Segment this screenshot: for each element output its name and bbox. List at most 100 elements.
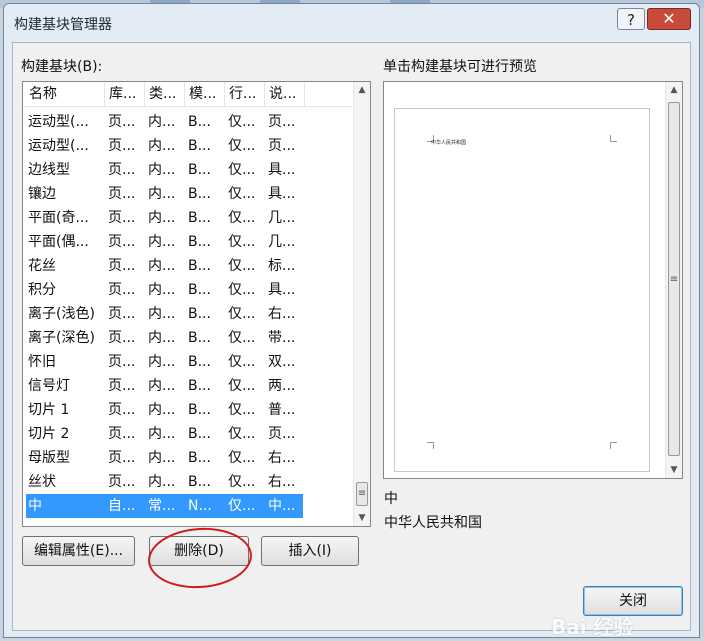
cell-behavior: 仅... — [228, 378, 256, 394]
building-blocks-label: 构建基块(B): — [21, 59, 103, 75]
help-button[interactable]: ? — [617, 8, 645, 30]
help-icon: ? — [627, 11, 635, 29]
column-header-name[interactable]: 名称 — [23, 82, 105, 106]
cell-category: 常... — [148, 498, 176, 514]
column-header-gallery[interactable]: 库... — [105, 82, 145, 106]
cell-category: 内... — [148, 186, 176, 202]
scroll-up-arrow-icon[interactable]: ▲ — [666, 82, 682, 98]
list-row[interactable]: 镶边 页... 内... B... 仅... 具... — [26, 182, 303, 206]
list-row[interactable]: 离子(浅色) 页... 内... B... 仅... 右... — [26, 302, 303, 326]
cell-template: B... — [188, 330, 211, 346]
cell-category: 内... — [148, 474, 176, 490]
cell-name: 运动型(... — [28, 138, 89, 154]
list-row[interactable]: 花丝 页... 内... B... 仅... 标... — [26, 254, 303, 278]
dialog-body: 构建基块(B): 单击构建基块可进行预览 名称 库... 类... 模... 行… — [12, 42, 691, 639]
close-icon: ✕ — [662, 9, 676, 28]
cell-template: B... — [188, 282, 211, 298]
list-row[interactable]: 中 自... 常... N... 仅... 中... — [26, 494, 303, 518]
edit-properties-button[interactable]: 编辑属性(E)... — [22, 536, 135, 566]
cell-category: 内... — [148, 354, 176, 370]
building-blocks-organizer-dialog: 构建基块管理器 ? ✕ 构建基块(B): 单击构建基块可进行预览 名称 库...… — [3, 3, 700, 639]
insert-button[interactable]: 插入(I) — [261, 536, 359, 566]
cell-gallery: 页... — [108, 162, 136, 178]
cell-category: 内... — [148, 258, 176, 274]
cell-category: 内... — [148, 114, 176, 130]
dialog-title: 构建基块管理器 — [14, 17, 112, 33]
list-row[interactable]: 切片 1 页... 内... B... 仅... 普... — [26, 398, 303, 422]
preview-pane: 中华人民共和国 ▲ ≡ ▼ — [383, 81, 683, 479]
list-scroll-thumb[interactable]: ≡ — [356, 482, 368, 506]
cell-template: B... — [188, 258, 211, 274]
column-header-category[interactable]: 类... — [145, 82, 185, 106]
preview-scrollbar[interactable]: ▲ ≡ ▼ — [665, 82, 682, 478]
scroll-down-arrow-icon[interactable]: ▼ — [666, 462, 682, 478]
cell-gallery: 页... — [108, 234, 136, 250]
list-row[interactable]: 积分 页... 内... B... 仅... 具... — [26, 278, 303, 302]
scroll-down-arrow-icon[interactable]: ▼ — [354, 510, 370, 526]
cell-description: 具... — [268, 162, 296, 178]
list-scrollbar[interactable]: ▲ ≡ ▼ — [353, 82, 370, 526]
cell-gallery: 页... — [108, 114, 136, 130]
cell-behavior: 仅... — [228, 330, 256, 346]
cell-gallery: 页... — [108, 402, 136, 418]
cell-name: 怀旧 — [28, 354, 56, 370]
cell-template: B... — [188, 114, 211, 130]
list-row[interactable]: 切片 2 页... 内... B... 仅... 页... — [26, 422, 303, 446]
cell-name: 边线型 — [28, 162, 70, 178]
crop-mark — [427, 442, 434, 449]
cell-template: B... — [188, 426, 211, 442]
list-row[interactable]: 母版型 页... 内... B... 仅... 右... — [26, 446, 303, 470]
cell-behavior: 仅... — [228, 282, 256, 298]
cell-behavior: 仅... — [228, 450, 256, 466]
cell-behavior: 仅... — [228, 210, 256, 226]
cell-gallery: 页... — [108, 450, 136, 466]
list-header: 名称 库... 类... 模... 行... 说... — [23, 82, 352, 107]
list-row[interactable]: 边线型 页... 内... B... 仅... 具... — [26, 158, 303, 182]
preview-scroll-thumb[interactable]: ≡ — [668, 102, 680, 456]
close-window-button[interactable]: ✕ — [647, 8, 691, 30]
selected-block-description: 中华人民共和国 — [384, 515, 482, 531]
title-bar: 构建基块管理器 ? ✕ — [4, 4, 699, 42]
red-annotation-circle — [146, 524, 254, 592]
cell-template: B... — [188, 354, 211, 370]
cell-category: 内... — [148, 138, 176, 154]
building-blocks-list[interactable]: 名称 库... 类... 模... 行... 说... 运动型(... 页... 内… — [22, 81, 371, 527]
list-row[interactable]: 丝状 页... 内... B... 仅... 右... — [26, 470, 303, 494]
cell-category: 内... — [148, 330, 176, 346]
cell-name: 积分 — [28, 282, 56, 298]
cell-gallery: 页... — [108, 306, 136, 322]
scroll-up-arrow-icon[interactable]: ▲ — [354, 82, 370, 98]
cell-behavior: 仅... — [228, 138, 256, 154]
cell-gallery: 页... — [108, 210, 136, 226]
cell-description: 两... — [268, 378, 296, 394]
preview-page: 中华人民共和国 — [394, 108, 650, 472]
column-header-template[interactable]: 模... — [185, 82, 225, 106]
list-row[interactable]: 运动型(... 页... 内... B... 仅... 页... — [26, 134, 303, 158]
cell-description: 页... — [268, 114, 296, 130]
list-row[interactable]: 平面(奇... 页... 内... B... 仅... 几... — [26, 206, 303, 230]
list-row[interactable]: 怀旧 页... 内... B... 仅... 双... — [26, 350, 303, 374]
cell-description: 几... — [268, 234, 296, 250]
cell-description: 普... — [268, 402, 296, 418]
selected-block-name: 中 — [384, 491, 398, 507]
cell-behavior: 仅... — [228, 354, 256, 370]
column-header-description[interactable]: 说... — [265, 82, 305, 106]
cell-name: 信号灯 — [28, 378, 70, 394]
cell-name: 花丝 — [28, 258, 56, 274]
cell-gallery: 页... — [108, 186, 136, 202]
cell-behavior: 仅... — [228, 498, 256, 514]
cell-description: 右... — [268, 306, 296, 322]
cell-name: 丝状 — [28, 474, 56, 490]
list-row[interactable]: 信号灯 页... 内... B... 仅... 两... — [26, 374, 303, 398]
cell-description: 标... — [268, 258, 296, 274]
cell-category: 内... — [148, 402, 176, 418]
cell-description: 具... — [268, 186, 296, 202]
cell-template: B... — [188, 210, 211, 226]
cell-name: 平面(偶... — [28, 234, 89, 250]
list-row[interactable]: 运动型(... 页... 内... B... 仅... 页... — [26, 110, 303, 134]
list-row[interactable]: 平面(偶... 页... 内... B... 仅... 几... — [26, 230, 303, 254]
column-header-behavior[interactable]: 行... — [225, 82, 265, 106]
list-row[interactable]: 离子(深色) 页... 内... B... 仅... 带... — [26, 326, 303, 350]
cell-behavior: 仅... — [228, 162, 256, 178]
cell-template: B... — [188, 234, 211, 250]
